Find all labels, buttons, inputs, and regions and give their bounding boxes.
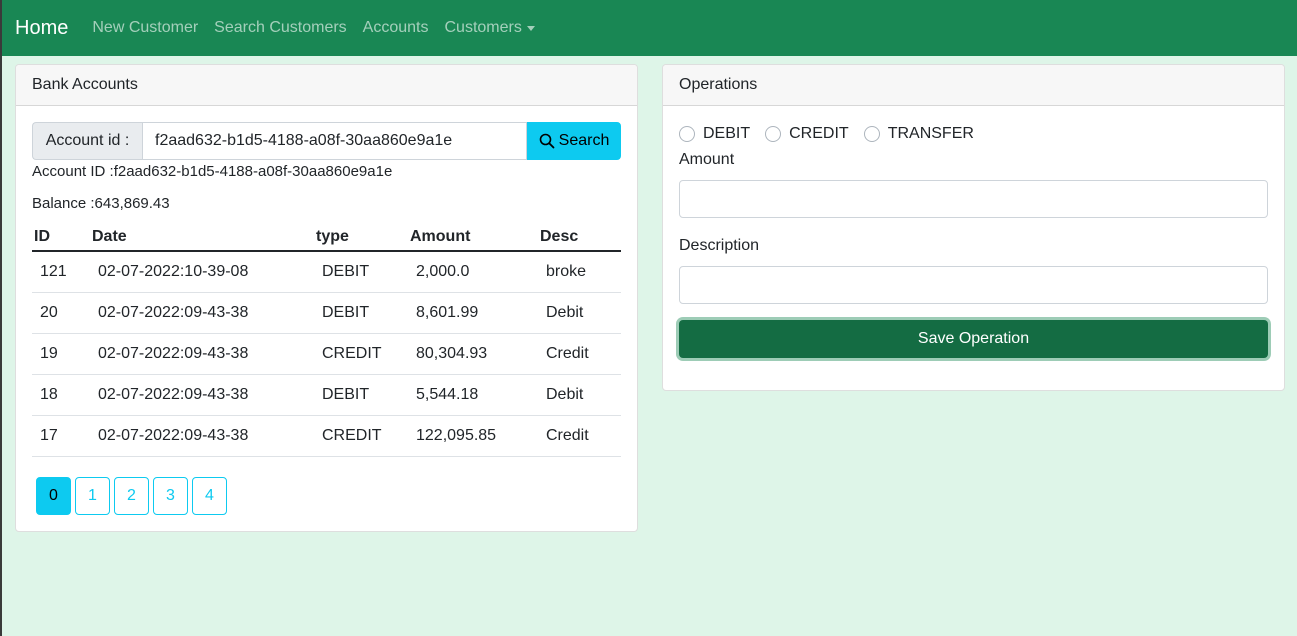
table-row: 19 02-07-2022:09-43-38 CREDIT 80,304.93 … — [32, 333, 621, 375]
row-type: CREDIT — [314, 333, 408, 375]
navbar: Home New Customer Search Customers Accou… — [2, 0, 1297, 56]
row-desc: Credit — [538, 333, 621, 375]
page-button-4[interactable]: 4 — [192, 477, 227, 515]
operations-header: Operations — [663, 65, 1284, 106]
row-desc: broke — [538, 251, 621, 293]
row-date: 02-07-2022:09-43-38 — [90, 333, 314, 375]
balance-text: Balance :643,869.43 — [32, 195, 170, 212]
table-row: 121 02-07-2022:10-39-08 DEBIT 2,000.0 br… — [32, 251, 621, 293]
bank-accounts-card: Bank Accounts Account id : Search Accoun… — [15, 64, 638, 532]
row-amount: 5,544.18 — [408, 374, 538, 416]
page-button-3[interactable]: 3 — [153, 477, 188, 515]
nav-customers-label: Customers — [444, 19, 522, 36]
window-edge — [0, 0, 2, 636]
radio-credit[interactable] — [765, 126, 782, 142]
row-desc: Debit — [538, 374, 621, 416]
table-header-row: ID Date type Amount Desc — [32, 225, 621, 252]
row-id: 18 — [32, 374, 90, 416]
row-id: 20 — [32, 292, 90, 334]
page-button-0[interactable]: 0 — [36, 477, 71, 515]
bank-accounts-header: Bank Accounts — [16, 65, 637, 106]
pagination: 0 1 2 3 4 — [36, 477, 231, 515]
row-date: 02-07-2022:09-43-38 — [90, 292, 314, 334]
col-amount-header: Amount — [408, 225, 538, 252]
row-id: 121 — [32, 251, 90, 293]
save-operation-button[interactable]: Save Operation — [679, 320, 1268, 358]
radio-transfer-option[interactable]: TRANSFER — [863, 125, 974, 143]
row-type: DEBIT — [314, 292, 408, 334]
page-button-2[interactable]: 2 — [114, 477, 149, 515]
radio-debit[interactable] — [679, 126, 695, 142]
radio-credit-label: CREDIT — [789, 125, 849, 142]
search-icon — [539, 133, 555, 149]
table-row: 18 02-07-2022:09-43-38 DEBIT 5,544.18 De… — [32, 374, 621, 416]
row-desc: Debit — [538, 292, 621, 334]
row-amount: 2,000.0 — [408, 251, 538, 293]
nav-home-link[interactable]: Home — [15, 17, 68, 40]
row-type: DEBIT — [314, 251, 408, 293]
account-id-input[interactable] — [142, 122, 527, 160]
radio-transfer[interactable] — [863, 126, 880, 142]
row-amount: 122,095.85 — [408, 415, 538, 457]
col-date-header: Date — [90, 225, 314, 252]
row-date: 02-07-2022:10-39-08 — [90, 251, 314, 293]
col-type-header: type — [314, 225, 408, 252]
amount-label: Amount — [679, 151, 735, 168]
table-row: 17 02-07-2022:09-43-38 CREDIT 122,095.85… — [32, 415, 621, 457]
row-id: 17 — [32, 415, 90, 457]
caret-down-icon — [526, 25, 535, 31]
row-amount: 80,304.93 — [408, 333, 538, 375]
description-input[interactable] — [679, 266, 1268, 304]
description-label: Description — [679, 237, 760, 254]
row-type: CREDIT — [314, 415, 408, 457]
table-row: 20 02-07-2022:09-43-38 DEBIT 8,601.99 De… — [32, 292, 621, 334]
col-id-header: ID — [32, 225, 90, 252]
row-amount: 8,601.99 — [408, 292, 538, 334]
search-button[interactable]: Search — [527, 122, 621, 160]
nav-new-customer-link[interactable]: New Customer — [92, 19, 198, 37]
row-id: 19 — [32, 333, 90, 375]
radio-credit-option[interactable]: CREDIT — [765, 125, 849, 143]
transactions-table: ID Date type Amount Desc 121 02-07-2022:… — [32, 225, 621, 457]
nav-accounts-link[interactable]: Accounts — [363, 19, 429, 37]
row-type: DEBIT — [314, 374, 408, 416]
radio-debit-label: DEBIT — [703, 125, 751, 142]
operation-type-group: DEBIT CREDIT TRANSFER — [679, 125, 989, 143]
nav-search-customers-link[interactable]: Search Customers — [214, 19, 347, 37]
row-desc: Credit — [538, 415, 621, 457]
account-id-text: Account ID :f2aad632-b1d5-4188-a08f-30aa… — [32, 163, 393, 180]
radio-transfer-label: TRANSFER — [887, 125, 974, 142]
radio-debit-option[interactable]: DEBIT — [679, 125, 750, 143]
amount-input[interactable] — [679, 180, 1268, 218]
col-desc-header: Desc — [538, 225, 621, 252]
nav-customers-dropdown[interactable]: Customers — [444, 19, 535, 37]
operations-card: Operations DEBIT CREDIT TRANSFER Amount … — [662, 64, 1285, 391]
search-button-label: Search — [558, 132, 610, 149]
page-button-1[interactable]: 1 — [75, 477, 110, 515]
account-id-label: Account id : — [32, 122, 142, 160]
row-date: 02-07-2022:09-43-38 — [90, 415, 314, 457]
row-date: 02-07-2022:09-43-38 — [90, 374, 314, 416]
account-search-group: Account id : Search — [32, 122, 621, 160]
